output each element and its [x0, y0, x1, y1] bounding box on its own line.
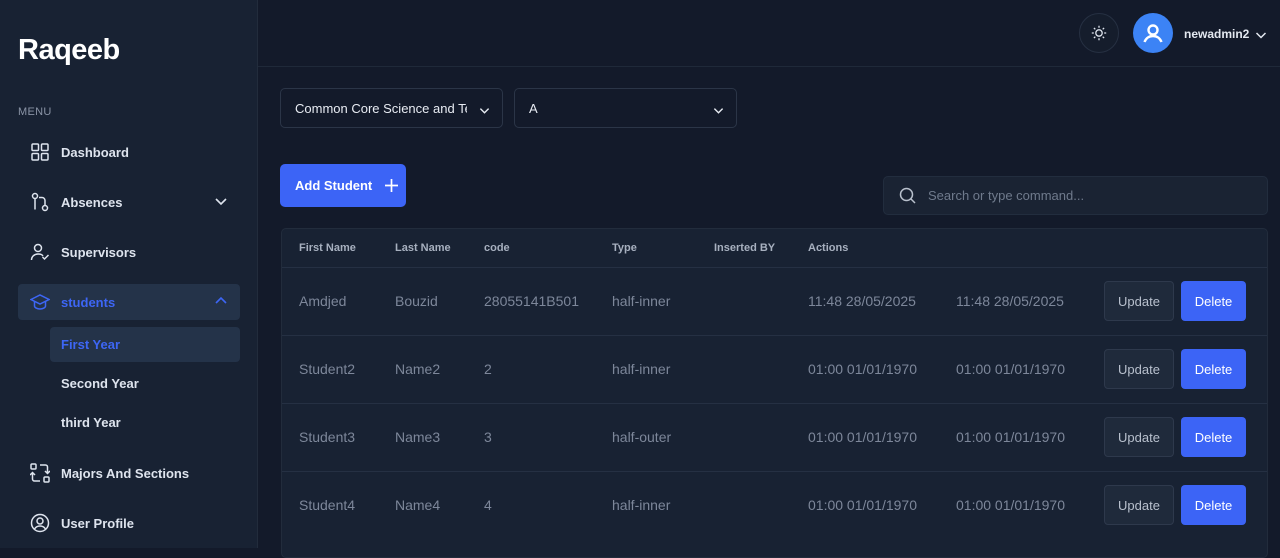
- add-student-button[interactable]: Add Student: [280, 164, 406, 207]
- update-button[interactable]: Update: [1104, 485, 1174, 525]
- app-logo[interactable]: Raqeeb: [18, 34, 120, 67]
- section-select[interactable]: A: [514, 88, 737, 128]
- table-row: Student4 Name4 4 half-inner 01:00 01/01/…: [282, 471, 1267, 539]
- cell-type: half-inner: [612, 293, 671, 309]
- cell-date: 01:00 01/01/1970: [956, 361, 1065, 377]
- graduation-cap-icon: [29, 291, 51, 313]
- cell-date: 11:48 28/05/2025: [956, 293, 1064, 309]
- section-select-value: A: [529, 100, 538, 116]
- sidebar-item-label: User Profile: [61, 515, 134, 531]
- delete-button[interactable]: Delete: [1181, 417, 1246, 457]
- students-table: First Name Last Name code Type Inserted …: [281, 228, 1268, 558]
- plus-icon: [384, 178, 399, 193]
- username-label[interactable]: newadmin2: [1184, 27, 1249, 41]
- cell-first-name: Student2: [299, 361, 356, 377]
- cell-date: 01:00 01/01/1970: [956, 429, 1065, 445]
- column-header: code: [484, 242, 510, 254]
- delete-button[interactable]: Delete: [1181, 281, 1246, 321]
- chevron-down-icon: [214, 194, 228, 211]
- top-header: newadmin2: [258, 0, 1280, 67]
- cell-first-name: Student4: [299, 497, 356, 513]
- sidebar-item-label: Dashboard: [61, 144, 129, 160]
- column-header: First Name: [299, 242, 356, 254]
- search-placeholder: Search or type command...: [928, 188, 1085, 203]
- delete-button[interactable]: Delete: [1181, 349, 1246, 389]
- column-header: Inserted BY: [714, 242, 776, 254]
- sidebar-item-user-profile[interactable]: User Profile: [18, 505, 240, 541]
- cell-date: 11:48 28/05/2025: [808, 293, 916, 309]
- cell-type: half-outer: [612, 429, 672, 445]
- swap-icon: [29, 462, 51, 484]
- chevron-down-icon[interactable]: [1255, 28, 1267, 46]
- table-row: Student2 Name2 2 half-inner 01:00 01/01/…: [282, 335, 1267, 403]
- sidebar-item-label: students: [61, 294, 116, 310]
- major-select[interactable]: Common Core Science and Technology: [280, 88, 503, 128]
- cell-last-name: Name3: [395, 429, 441, 445]
- table-row: Student3 Name3 3 half-outer 01:00 01/01/…: [282, 403, 1267, 471]
- cell-first-name: Amdjed: [299, 293, 347, 309]
- cell-last-name: Name4: [395, 497, 441, 513]
- column-header: Actions: [808, 242, 849, 254]
- table-row: Amdjed Bouzid 28055141B501 half-inner 11…: [282, 267, 1267, 335]
- theme-toggle-button[interactable]: [1079, 13, 1119, 53]
- cell-first-name: Student3: [299, 429, 356, 445]
- cell-date: 01:00 01/01/1970: [808, 497, 917, 513]
- sidebar-subitem-third-year[interactable]: third Year: [50, 405, 240, 440]
- column-header: Type: [612, 242, 637, 254]
- grid-icon: [29, 141, 51, 163]
- cell-date: 01:00 01/01/1970: [956, 497, 1065, 513]
- update-button[interactable]: Update: [1104, 417, 1174, 457]
- cell-code: 3: [484, 429, 492, 445]
- avatar[interactable]: [1133, 13, 1173, 53]
- cell-type: half-inner: [612, 497, 671, 513]
- sidebar-item-supervisors[interactable]: Supervisors: [18, 234, 240, 270]
- sidebar-subitem-second-year[interactable]: Second Year: [50, 366, 240, 401]
- cell-last-name: Bouzid: [395, 293, 438, 309]
- update-button[interactable]: Update: [1104, 281, 1174, 321]
- search-input[interactable]: Search or type command...: [883, 176, 1268, 215]
- user-circle-icon: [29, 512, 51, 534]
- update-button[interactable]: Update: [1104, 349, 1174, 389]
- delete-button[interactable]: Delete: [1181, 485, 1246, 525]
- sidebar-item-label: Absences: [61, 194, 123, 210]
- column-header: Last Name: [395, 242, 451, 254]
- sidebar-item-absences[interactable]: Absences: [18, 184, 240, 220]
- sidebar-item-label: Supervisors: [61, 244, 137, 260]
- sidebar-item-majors[interactable]: Majors And Sections: [18, 455, 240, 491]
- sidebar-item-label: Majors And Sections: [61, 465, 190, 481]
- cell-date: 01:00 01/01/1970: [808, 429, 917, 445]
- sidebar-item-students[interactable]: students: [18, 284, 240, 320]
- cell-type: half-inner: [612, 361, 671, 377]
- sun-icon: [1091, 25, 1107, 41]
- cell-code: 2: [484, 361, 492, 377]
- sidebar-item-dashboard[interactable]: Dashboard: [18, 134, 240, 170]
- add-student-label: Add Student: [295, 178, 373, 193]
- chevron-up-icon: [214, 294, 228, 311]
- sidebar-subitem-first-year[interactable]: First Year: [50, 327, 240, 362]
- chevron-down-icon: [713, 104, 724, 119]
- menu-label: MENU: [18, 106, 52, 118]
- cell-code: 4: [484, 497, 492, 513]
- chevron-down-icon: [479, 104, 490, 119]
- cell-code: 28055141B501: [484, 293, 579, 309]
- route-icon: [29, 191, 51, 213]
- cell-date: 01:00 01/01/1970: [808, 361, 917, 377]
- cell-last-name: Name2: [395, 361, 441, 377]
- major-select-value: Common Core Science and Technology: [295, 100, 467, 116]
- user-check-icon: [29, 241, 51, 263]
- search-icon: [899, 187, 916, 204]
- sidebar: Raqeeb MENU Dashboard Absences Superviso…: [0, 0, 258, 548]
